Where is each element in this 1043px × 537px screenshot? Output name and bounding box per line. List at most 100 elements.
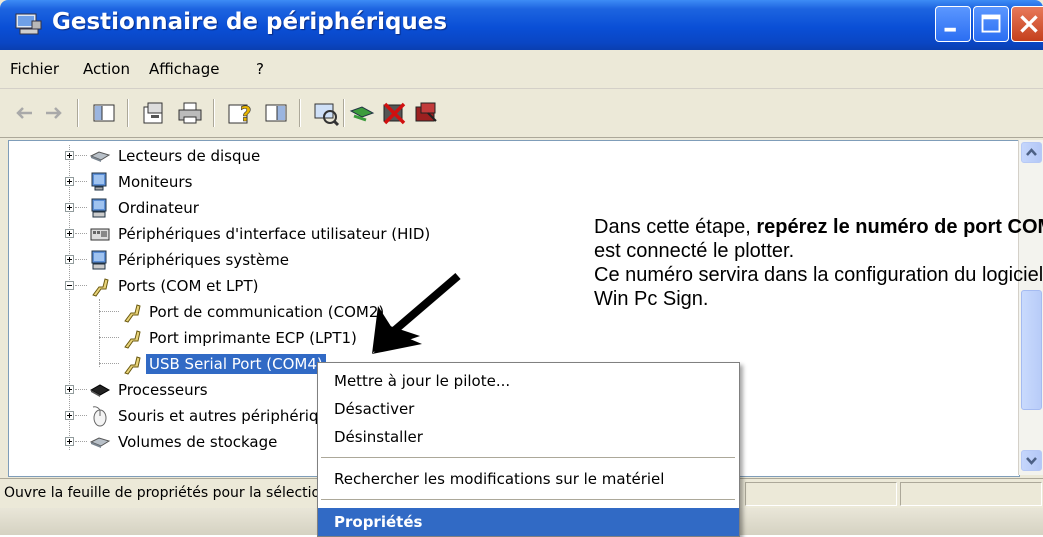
context-menu: Mettre à jour le pilote... Désactiver Dé… <box>317 362 740 537</box>
port-icon <box>124 330 141 349</box>
scan-hardware-icon[interactable] <box>312 99 340 127</box>
ports-icon <box>92 278 109 297</box>
collapse-icon[interactable] <box>65 281 74 290</box>
disk-drive-icon <box>89 151 111 162</box>
instruction-line1-bold: repérez le numéro de port COM sur lequel <box>756 216 1043 238</box>
scroll-down-button[interactable] <box>1021 450 1042 471</box>
tree-node-label: Ordinateur <box>118 199 199 217</box>
menu-separator <box>321 499 735 500</box>
storage-volume-icon <box>89 437 111 448</box>
chevron-up-icon <box>1026 148 1037 156</box>
help-icon[interactable]: ? <box>226 99 254 127</box>
menu-item-properties[interactable]: Propriétés <box>318 508 739 536</box>
menu-help[interactable]: ? <box>256 60 264 78</box>
back-arrow-icon[interactable] <box>10 99 38 127</box>
tree-node-lpt1[interactable]: Port imprimante ECP (LPT1) <box>9 327 609 351</box>
properties-icon[interactable] <box>140 99 168 127</box>
menu-item-uninstall[interactable]: Désinstaller <box>318 423 739 451</box>
expand-icon[interactable] <box>65 203 74 212</box>
tree-node-system-devices[interactable]: Périphériques système <box>9 249 609 273</box>
tree-line <box>99 337 119 339</box>
close-button[interactable] <box>1011 6 1043 42</box>
tree-node-label: Volumes de stockage <box>118 433 278 451</box>
tree-node-label: Périphériques d'interface utilisateur (H… <box>118 225 431 243</box>
system-devices-icon <box>91 250 107 270</box>
status-cell <box>900 482 1042 506</box>
show-pane-icon[interactable] <box>262 99 290 127</box>
processor-icon <box>89 384 111 397</box>
toolbar: ? <box>0 89 1043 138</box>
close-icon <box>1020 15 1038 33</box>
tree-line <box>75 233 87 235</box>
tree-node-label: Port imprimante ECP (LPT1) <box>149 329 357 347</box>
instruction-line4: Win Pc Sign. <box>594 288 709 310</box>
tree-node-label-selected: USB Serial Port (COM4) <box>146 354 326 374</box>
tree-line <box>75 285 87 287</box>
disable-device-icon[interactable] <box>380 99 408 127</box>
menu-item-scan-hardware[interactable]: Rechercher les modifications sur le maté… <box>318 465 739 493</box>
expand-icon[interactable] <box>65 151 74 160</box>
minimize-button[interactable] <box>935 6 971 42</box>
toolbar-separator <box>213 99 215 127</box>
expand-icon[interactable] <box>65 229 74 238</box>
print-icon[interactable] <box>176 99 204 127</box>
menu-item-label: Désactiver <box>334 400 415 418</box>
pointer-arrow-icon <box>372 272 461 354</box>
toolbar-separator <box>343 99 345 127</box>
menu-fichier[interactable]: Fichier <box>10 60 59 78</box>
forward-arrow-icon[interactable] <box>40 99 68 127</box>
update-driver-icon[interactable] <box>348 99 376 127</box>
tree-line <box>75 181 87 183</box>
tree-line <box>75 155 87 157</box>
tree-node-computer[interactable]: Ordinateur <box>9 197 609 221</box>
instruction-line1: Dans cette étape, <box>594 216 757 238</box>
uninstall-device-icon[interactable] <box>412 99 440 127</box>
menu-separator <box>321 457 735 458</box>
device-manager-icon <box>15 13 42 35</box>
menu-item-label: Désinstaller <box>334 428 423 446</box>
tree-node-hid[interactable]: Périphériques d'interface utilisateur (H… <box>9 223 609 247</box>
expand-icon[interactable] <box>65 177 74 186</box>
toolbar-separator <box>127 99 129 127</box>
tree-node-label: Processeurs <box>118 381 208 399</box>
status-cell <box>745 482 897 506</box>
tree-node-label: Ports (COM et LPT) <box>118 277 259 295</box>
port-icon <box>124 304 141 323</box>
menu-item-update-driver[interactable]: Mettre à jour le pilote... <box>318 367 739 395</box>
menu-item-label: Propriétés <box>334 513 423 531</box>
tree-node-label: Lecteurs de disque <box>118 147 261 165</box>
tree-node-label: Port de communication (COM2) <box>149 303 385 321</box>
maximize-button[interactable] <box>973 6 1009 42</box>
show-hide-console-icon[interactable] <box>90 99 118 127</box>
scroll-up-button[interactable] <box>1021 142 1042 163</box>
maximize-icon <box>981 14 1001 33</box>
expand-icon[interactable] <box>65 411 74 420</box>
tree-line <box>75 441 87 443</box>
expand-icon[interactable] <box>65 437 74 446</box>
window-title: Gestionnaire de périphériques <box>52 9 448 35</box>
menu-item-disable[interactable]: Désactiver <box>318 395 739 423</box>
tree-node-com2[interactable]: Port de communication (COM2) <box>9 301 609 325</box>
tree-node-disk-drives[interactable]: Lecteurs de disque <box>9 145 609 169</box>
expand-icon[interactable] <box>65 385 74 394</box>
tree-node-label: Périphériques système <box>118 251 289 269</box>
monitor-icon <box>91 172 107 191</box>
tree-line <box>99 363 119 365</box>
menu-action[interactable]: Action <box>83 60 130 78</box>
tree-node-label: Moniteurs <box>118 173 193 191</box>
tree-node-monitors[interactable]: Moniteurs <box>9 171 609 195</box>
menu-item-label: Mettre à jour le pilote... <box>334 372 511 390</box>
port-icon <box>124 356 141 375</box>
minimize-icon <box>944 27 956 32</box>
instruction-text: Dans cette étape, repérez le numéro de p… <box>594 215 1043 311</box>
menu-item-label: Rechercher les modifications sur le maté… <box>334 470 665 488</box>
svg-text:?: ? <box>240 102 252 126</box>
tree-node-ports[interactable]: Ports (COM et LPT) <box>9 275 609 299</box>
menu-affichage[interactable]: Affichage <box>149 60 219 78</box>
chevron-down-icon <box>1026 457 1037 465</box>
expand-icon[interactable] <box>65 255 74 264</box>
tree-line <box>75 389 87 391</box>
menu-bar: Fichier Action Affichage ? <box>0 50 1043 89</box>
title-bar[interactable]: Gestionnaire de périphériques <box>0 0 1043 50</box>
instruction-line2: est connecté le plotter. <box>594 240 795 262</box>
